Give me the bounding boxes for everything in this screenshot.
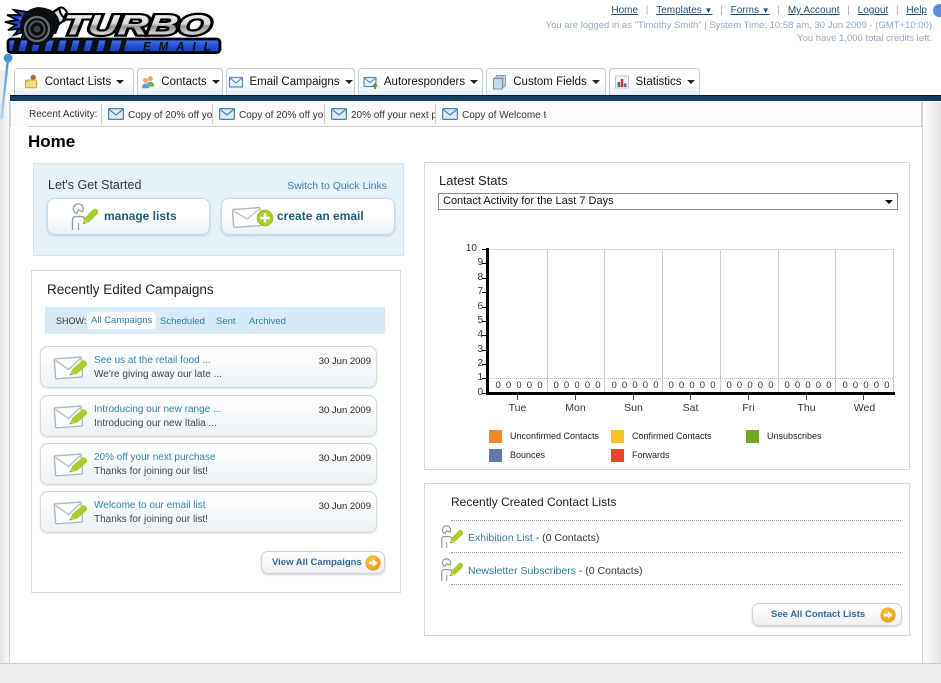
svg-text:EMAIL: EMAIL (143, 41, 219, 53)
svg-text:TURBO: TURBO (61, 10, 212, 41)
